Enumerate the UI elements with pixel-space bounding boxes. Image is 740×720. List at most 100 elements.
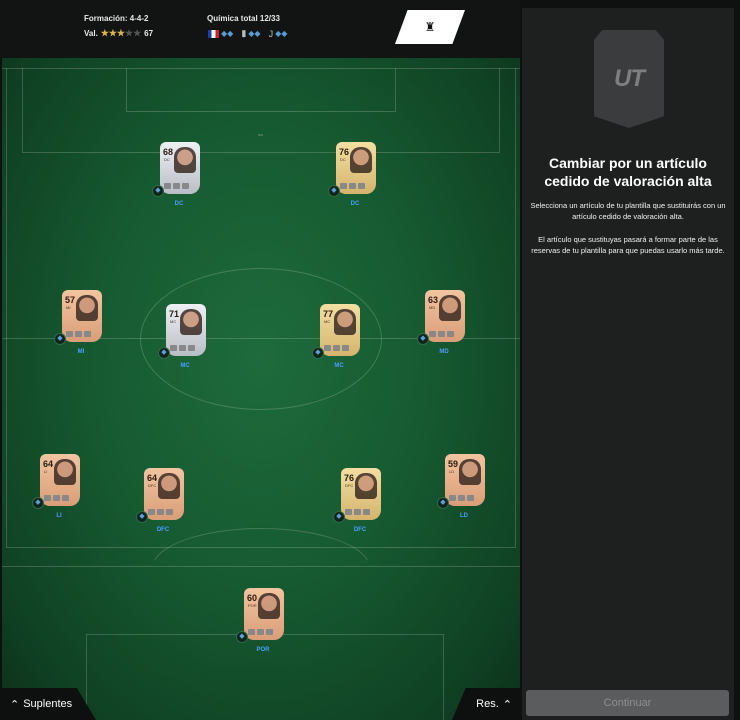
player-position: DC — [350, 201, 360, 207]
squad-header: Formación: 4-4-2 Val. ★★★★★ 67 Química t… — [0, 0, 520, 58]
continue-button[interactable]: Continuar — [526, 690, 729, 716]
player-card-st1[interactable]: 68 DC ◆ DC — [152, 142, 206, 218]
chevron-up-icon: ⌃ — [502, 698, 512, 711]
nation-flag-icon — [44, 495, 51, 501]
club-icon — [182, 183, 189, 189]
nation-flag-icon — [340, 183, 347, 189]
league-badge-icon: ▮ — [241, 28, 247, 38]
card-badges — [449, 495, 474, 501]
nation-flag-icon — [66, 331, 73, 337]
chemistry-icon: ◆ — [417, 333, 429, 345]
player-card-lm[interactable]: 57 MI ◆ MI — [54, 290, 108, 366]
player-card-cb1[interactable]: 64 DFC ◆ DFC — [136, 468, 190, 544]
top-goal-area — [126, 68, 396, 112]
league-icon — [173, 183, 180, 189]
card-face: 68 DC — [160, 142, 200, 194]
card-position: MC — [170, 319, 177, 324]
player-rating: 64 — [147, 473, 158, 483]
formation-label[interactable]: Formación: 4-4-2 — [84, 14, 148, 23]
player-photo — [439, 295, 461, 321]
league-icon — [179, 345, 186, 351]
nation-flag-icon — [449, 495, 456, 501]
card-face: 76 DFC — [341, 468, 381, 520]
card-face: 71 MC — [166, 304, 206, 356]
card-position: MC — [324, 319, 331, 324]
squad-screen: Formación: 4-4-2 Val. ★★★★★ 67 Química t… — [0, 0, 740, 720]
card-badges — [340, 183, 365, 189]
player-rating: 63 — [428, 295, 439, 305]
player-position: LD — [460, 513, 468, 519]
club-icon — [62, 495, 69, 501]
card-face: 57 MI — [62, 290, 102, 342]
loan-swap-panel: UT Cambiar por un artículo cedido de val… — [522, 8, 734, 720]
card-position: LI — [44, 469, 48, 474]
player-photo — [459, 459, 481, 485]
club-icon — [84, 331, 91, 337]
player-photo — [174, 147, 196, 173]
nation-flag-icon — [324, 345, 331, 351]
chemistry-diamonds-icon: ◆◆ — [275, 29, 288, 38]
card-position: LD — [449, 469, 455, 474]
chemistry-icon: ◆ — [333, 511, 345, 523]
trophy-icon: ♜ — [424, 20, 436, 34]
card-position: DC — [340, 157, 346, 162]
card-face: 64 DFC — [144, 468, 184, 520]
chemistry-icon: ◆ — [158, 347, 170, 359]
player-rating: 76 — [344, 473, 355, 483]
club-icon — [188, 345, 195, 351]
player-position: LI — [56, 513, 62, 519]
card-face: 60 POR — [244, 588, 284, 640]
player-photo — [334, 309, 356, 335]
team-rating: Val. ★★★★★ 67 — [84, 28, 153, 39]
chemistry-icon: ◆ — [312, 347, 324, 359]
substitutes-label: Suplentes — [23, 698, 73, 710]
squad-rating-tab[interactable]: ♜ — [395, 10, 465, 44]
chemistry-icon: ◆ — [54, 333, 66, 345]
club-icon — [266, 629, 273, 635]
league-icon — [349, 183, 356, 189]
chemistry-icon: ◆ — [152, 185, 164, 197]
league-chemistry: ▮ ◆◆ — [241, 28, 260, 39]
chemistry-diamonds-icon: ◆◆ — [248, 29, 261, 38]
player-card-rb[interactable]: 59 LD ◆ LD — [437, 454, 491, 530]
player-rating: 71 — [169, 309, 180, 319]
chemistry-icon: ◆ — [437, 497, 449, 509]
player-card-gk[interactable]: 60 POR ◆ POR — [236, 588, 290, 664]
player-card-lb[interactable]: 64 LI ◆ LI — [32, 454, 86, 530]
player-card-st2[interactable]: 76 DC ◆ DC — [328, 142, 382, 218]
club-icon — [166, 509, 173, 515]
nation-chemistry: ◆◆ — [208, 29, 233, 38]
club-icon — [447, 331, 454, 337]
chemistry-icon: ◆ — [236, 631, 248, 643]
player-photo — [76, 295, 98, 321]
chevron-up-icon: ⌃ — [10, 698, 20, 711]
player-card-rm[interactable]: 63 MD ◆ MD — [417, 290, 471, 366]
club-icon — [363, 509, 370, 515]
player-position: MC — [334, 363, 344, 369]
league-icon — [257, 629, 264, 635]
bottom-box-line — [2, 566, 520, 567]
club-badge-icon: J — [268, 28, 274, 39]
nation-flag-icon — [148, 509, 155, 515]
player-rating: 57 — [65, 295, 76, 305]
penalty-spot — [258, 134, 263, 136]
player-photo — [158, 473, 180, 499]
player-card-cm2[interactable]: 77 MC ◆ MC — [312, 304, 366, 380]
nation-flag-icon — [429, 331, 436, 337]
card-position: MI — [66, 305, 71, 310]
star-rating-icon: ★★★★★ — [100, 28, 142, 38]
player-position: MI — [77, 349, 85, 355]
card-position: POR — [248, 603, 257, 608]
player-rating: 77 — [323, 309, 334, 319]
chemistry-icon: ◆ — [328, 185, 340, 197]
card-badges — [324, 345, 349, 351]
card-face: 64 LI — [40, 454, 80, 506]
player-card-cm1[interactable]: 71 MC ◆ MC — [158, 304, 212, 380]
player-photo — [54, 459, 76, 485]
player-photo — [350, 147, 372, 173]
player-position: DFC — [156, 527, 170, 533]
player-card-cb2[interactable]: 76 DFC ◆ DFC — [333, 468, 387, 544]
player-position: DFC — [353, 527, 367, 533]
league-icon — [438, 331, 445, 337]
card-badges — [44, 495, 69, 501]
